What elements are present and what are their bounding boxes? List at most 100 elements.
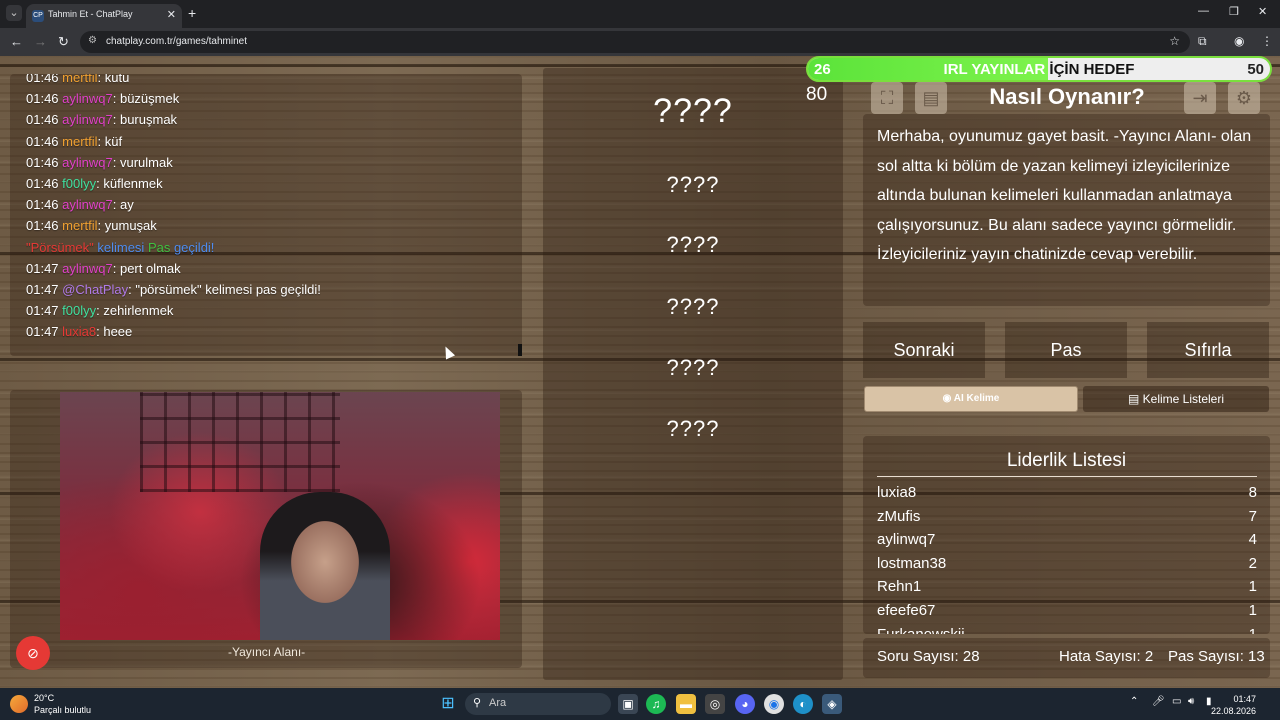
spotify-icon[interactable]: ♫	[646, 694, 666, 714]
chat-username[interactable]: aylinwq7	[62, 155, 113, 170]
hidden-words-panel: ???? ???? ???? ???? ???? ????	[543, 68, 843, 680]
app-icon[interactable]: ◎	[705, 694, 725, 714]
chat-system-part: kelimesi	[93, 239, 148, 255]
close-window-icon[interactable]: ✕	[1258, 5, 1267, 18]
chat-username[interactable]: aylinwq7	[62, 197, 113, 212]
chat-username[interactable]: mertfil	[62, 134, 97, 149]
chat-username[interactable]: aylinwq7	[62, 261, 113, 276]
goal-target: 50	[1247, 61, 1264, 78]
browser-tabstrip: ⌄ CP Tahmin Et - ChatPlay ✕ + — ❐ ✕	[0, 0, 1280, 28]
chat-time: 01:46	[26, 112, 63, 128]
chat-username[interactable]: aylinwq7	[62, 91, 113, 106]
new-tab-icon[interactable]: +	[188, 5, 196, 21]
chrome-icon[interactable]: ◉	[764, 694, 784, 714]
next-button[interactable]: Sonraki	[863, 322, 985, 378]
minimize-icon[interactable]: —	[1198, 5, 1209, 17]
reload-icon[interactable]: ↻	[58, 34, 69, 50]
chat-message: 01:47 f00lyy: zehirlenmek	[26, 303, 173, 318]
browser-tab[interactable]: CP Tahmin Et - ChatPlay ✕	[26, 4, 182, 28]
leaderboard-name: aylinwq7	[877, 531, 936, 549]
app2-icon[interactable]: ◈	[822, 694, 842, 714]
task-view-icon[interactable]: ▣	[618, 694, 638, 714]
pass-button[interactable]: Pas	[1005, 322, 1127, 378]
streamer-area-caption: -Yayıncı Alanı-	[228, 645, 306, 659]
chat-message: 01:46 mertfil: kutu	[26, 74, 129, 85]
exit-icon[interactable]: ⇥	[1184, 82, 1216, 114]
network-icon[interactable]: ▭	[1172, 696, 1181, 707]
goal-label-part2: İÇİN HEDEF	[1045, 61, 1135, 78]
word-lists-button[interactable]: ▤ Kelime Listeleri	[1083, 386, 1269, 412]
volume-icon[interactable]: 🔊︎	[1188, 696, 1194, 707]
extensions-icon[interactable]: ⧉	[1198, 34, 1207, 49]
goal-progress-bar: 26 IRL YAYINLAR İÇİN HEDEF 50	[806, 56, 1272, 82]
chat-time: 01:46	[26, 133, 63, 149]
forward-icon[interactable]: →	[34, 34, 47, 49]
tab-search-icon[interactable]: ⌄	[6, 5, 22, 21]
weather-temp[interactable]: 20°C	[34, 693, 54, 703]
chat-time: 01:47	[26, 260, 63, 276]
fullscreen-icon[interactable]: ⛶	[871, 82, 903, 114]
chat-username[interactable]: aylinwq7	[62, 112, 113, 127]
chat-panel[interactable]: 01:46 mertfil: kutu 01:46 aylinwq7: büzüş…	[10, 74, 522, 356]
chat-time: 01:46	[26, 91, 63, 107]
chat-text: : "pörsümek" kelimesi pas geçildi!	[128, 282, 321, 297]
menu-icon[interactable]: ⋮	[1261, 34, 1273, 48]
chat-username[interactable]: f00lyy	[62, 303, 96, 318]
edge-icon[interactable]: ◐	[793, 694, 813, 714]
chat-text: : küflenmek	[96, 176, 163, 191]
chat-username[interactable]: mertfil	[62, 74, 97, 85]
chat-text: : küf	[97, 133, 123, 149]
profile-icon[interactable]: ◉	[1234, 34, 1244, 48]
tray-chevron-icon[interactable]: ⌃	[1130, 696, 1138, 707]
video-streamer	[260, 492, 390, 640]
leaderboard-score: 1	[1248, 578, 1257, 596]
chat-time: 01:46	[26, 154, 63, 170]
bookmark-star-icon[interactable]: ☆	[1169, 34, 1180, 48]
favicon-icon: CP	[32, 10, 44, 22]
leaderboard-name: efeefe67	[877, 602, 936, 619]
taboo-word: ????	[666, 172, 720, 197]
site-info-icon[interactable]: ⚙	[88, 35, 97, 46]
clock-date: 22.08.2026	[1210, 706, 1256, 716]
taskbar-search[interactable]: ⚲ Ara	[465, 693, 611, 715]
chat-scrollbar[interactable]	[518, 344, 522, 356]
chat-system-part: "Pörsümek"	[26, 239, 94, 255]
tab-close-icon[interactable]: ✕	[167, 8, 176, 21]
mute-icon[interactable]: ⊘	[16, 636, 50, 670]
address-bar[interactable]: ⚙ chatplay.com.tr/games/tahminet ☆	[80, 31, 1190, 53]
windows-start-icon[interactable]: ⊞	[438, 694, 458, 714]
chat-message: 01:46 mertfil: yumuşak	[26, 218, 157, 233]
chat-system-part: geçildi!	[170, 239, 215, 255]
system-clock[interactable]: 01:47 22.08.2026	[1211, 693, 1256, 717]
settings-gear-icon[interactable]: ⚙	[1228, 82, 1260, 114]
weather-icon[interactable]	[10, 695, 28, 713]
chat-username[interactable]: mertfil	[62, 218, 97, 233]
taboo-word: ????	[666, 416, 720, 441]
search-placeholder: Ara	[489, 697, 507, 709]
url-text[interactable]: chatplay.com.tr/games/tahminet	[106, 36, 247, 47]
ai-word-button[interactable]: ◉ AI Kelime	[864, 386, 1078, 412]
restore-icon[interactable]: ❐	[1229, 5, 1239, 18]
microphone-icon[interactable]: 🎤︎	[1152, 696, 1165, 707]
back-icon[interactable]: ←	[10, 34, 23, 49]
chat-message: 01:46 aylinwq7: ay	[26, 197, 134, 212]
chat-system-part: Pas	[147, 239, 171, 255]
chat-username[interactable]: luxia8	[62, 324, 96, 339]
chat-username[interactable]: @ChatPlay	[62, 282, 128, 297]
list-icon: ▤	[1127, 392, 1143, 406]
chat-message: 01:46 aylinwq7: buruşmak	[26, 112, 177, 127]
reset-button[interactable]: Sıfırla	[1147, 322, 1269, 378]
weather-desc[interactable]: Parçalı bulutlu	[34, 705, 91, 715]
word-lists-label: Kelime Listeleri	[1142, 392, 1225, 406]
howto-title: Nasıl Oynanır?	[989, 84, 1145, 109]
video-background	[140, 392, 340, 492]
chat-time: 01:47	[26, 324, 63, 340]
chat-username[interactable]: f00lyy	[62, 176, 96, 191]
chat-text: : büzüşmek	[112, 91, 180, 107]
file-explorer-icon[interactable]: ▬	[676, 694, 696, 714]
windows-taskbar: 20°C Parçalı bulutlu ⊞ ⚲ Ara ▣ ♫ ▬ ◎ ◕ ◉…	[0, 688, 1280, 720]
document-icon[interactable]: ▤	[915, 82, 947, 114]
discord-icon[interactable]: ◕	[735, 694, 755, 714]
ai-word-label: AI Kelime	[953, 393, 1000, 404]
goal-label-part1: IRL YAYINLAR	[943, 61, 1046, 78]
